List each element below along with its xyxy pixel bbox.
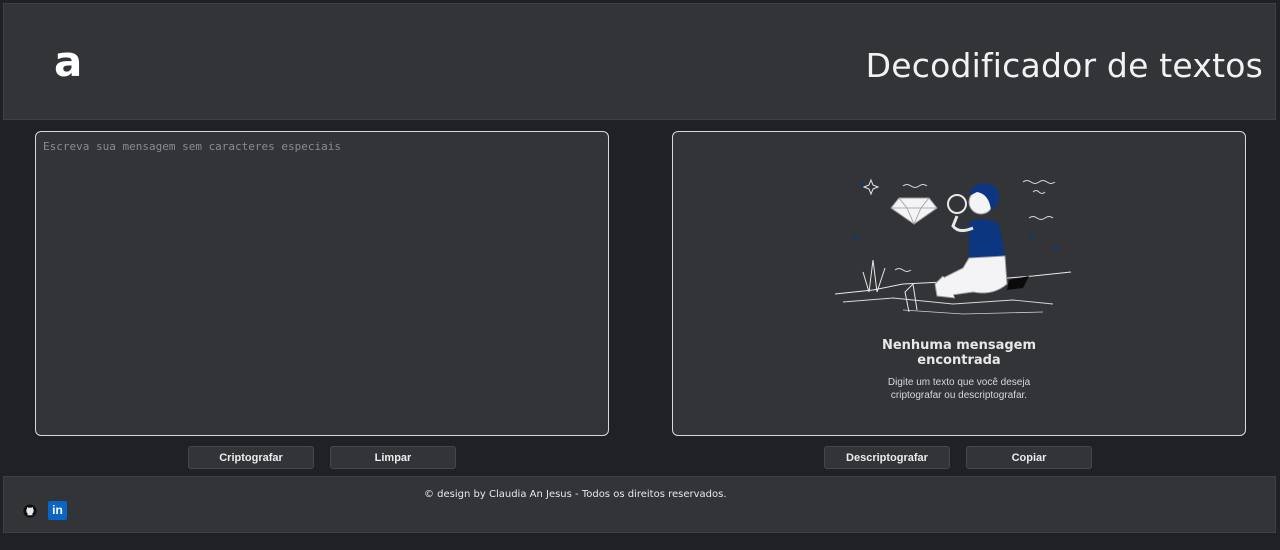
diamond-icon: [890, 197, 938, 225]
linkedin-icon[interactable]: in: [48, 501, 67, 520]
app-logo[interactable]: a: [54, 40, 86, 84]
app-header: a Decodificador de textos: [3, 3, 1276, 120]
message-input[interactable]: [36, 132, 608, 435]
decrypt-button[interactable]: Descriptografar: [824, 446, 950, 469]
empty-state-illustration: [834, 178, 1072, 315]
github-icon[interactable]: [23, 504, 37, 518]
input-panel: [35, 131, 609, 436]
output-panel: Nenhuma mensagem encontrada Digite um te…: [672, 131, 1246, 436]
app-footer: © design by Claudia An Jesus - Todos os …: [3, 476, 1276, 533]
copy-button[interactable]: Copiar: [966, 446, 1092, 469]
encrypt-button[interactable]: Criptografar: [188, 446, 314, 469]
clear-button[interactable]: Limpar: [330, 446, 456, 469]
page-title: Decodificador de textos: [865, 46, 1263, 85]
app-page: a Decodificador de textos Escreva sua me…: [0, 0, 1280, 550]
empty-state-description: Digite um texto que você deseja criptogr…: [887, 377, 1031, 401]
empty-state-title: Nenhuma mensagem encontrada: [881, 338, 1037, 368]
footer-credits: © design by Claudia An Jesus - Todos os …: [424, 489, 727, 500]
